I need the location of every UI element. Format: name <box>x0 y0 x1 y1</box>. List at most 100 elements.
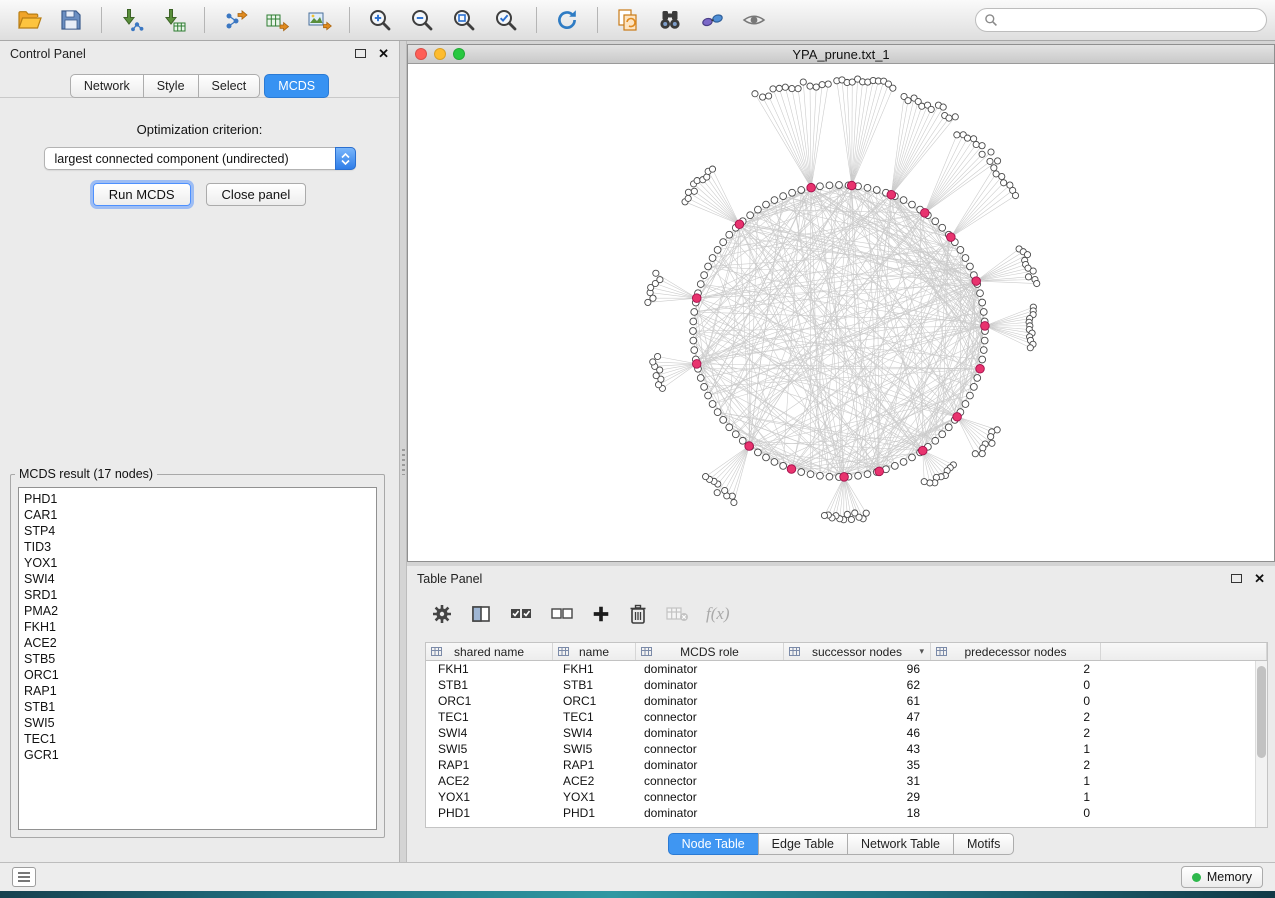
mcds-result-item[interactable]: YOX1 <box>24 555 371 571</box>
table-cell[interactable]: 1 <box>931 774 1101 788</box>
table-cell[interactable]: YOX1 <box>553 790 636 804</box>
create-column-button[interactable] <box>591 604 611 624</box>
table-row[interactable]: SWI5SWI5connector431 <box>426 741 1267 757</box>
search-box[interactable] <box>975 8 1267 32</box>
table-cell[interactable]: dominator <box>636 678 784 692</box>
duplicate-network-button[interactable] <box>607 3 649 37</box>
table-settings-button[interactable] <box>431 603 453 625</box>
table-cell[interactable]: RAP1 <box>553 758 636 772</box>
deselect-all-columns-button[interactable] <box>550 603 574 625</box>
table-cell[interactable]: PHD1 <box>426 806 553 820</box>
mcds-result-item[interactable]: ACE2 <box>24 635 371 651</box>
tab-edge-table[interactable]: Edge Table <box>758 833 848 855</box>
table-cell[interactable]: 29 <box>784 790 931 804</box>
table-cell[interactable]: YOX1 <box>426 790 553 804</box>
table-row[interactable]: ORC1ORC1dominator610 <box>426 693 1267 709</box>
close-panel-button[interactable]: Close panel <box>206 183 307 206</box>
select-all-columns-button[interactable] <box>509 603 533 625</box>
zoom-out-button[interactable] <box>401 3 443 37</box>
table-cell[interactable]: 2 <box>931 710 1101 724</box>
table-cell[interactable]: 47 <box>784 710 931 724</box>
table-cell[interactable]: FKH1 <box>426 662 553 676</box>
table-cell[interactable]: ACE2 <box>426 774 553 788</box>
network-canvas[interactable] <box>408 64 1274 561</box>
table-row[interactable]: RAP1RAP1dominator352 <box>426 757 1267 773</box>
tab-network-table[interactable]: Network Table <box>847 833 954 855</box>
tab-network[interactable]: Network <box>70 74 144 98</box>
network-window-titlebar[interactable]: YPA_prune.txt_1 <box>408 45 1274 64</box>
mcds-result-item[interactable]: PHD1 <box>24 491 371 507</box>
table-cell[interactable]: 2 <box>931 758 1101 772</box>
export-table-button[interactable] <box>256 3 298 37</box>
scrollbar-thumb[interactable] <box>1257 666 1266 758</box>
refresh-view-button[interactable] <box>546 3 588 37</box>
column-header-name[interactable]: name <box>553 643 636 660</box>
mcds-result-item[interactable]: STB5 <box>24 651 371 667</box>
table-scrollbar[interactable] <box>1255 661 1267 827</box>
table-cell[interactable]: dominator <box>636 806 784 820</box>
table-cell[interactable]: 2 <box>931 726 1101 740</box>
show-graphics-details-button[interactable] <box>733 3 775 37</box>
table-cell[interactable]: 0 <box>931 806 1101 820</box>
table-cell[interactable]: 1 <box>931 790 1101 804</box>
table-cell[interactable]: FKH1 <box>553 662 636 676</box>
tab-node-table[interactable]: Node Table <box>668 833 759 855</box>
mcds-result-item[interactable]: GCR1 <box>24 747 371 763</box>
table-cell[interactable]: TEC1 <box>426 710 553 724</box>
table-cell[interactable]: 1 <box>931 742 1101 756</box>
table-cell[interactable]: ORC1 <box>426 694 553 708</box>
zoom-in-button[interactable] <box>359 3 401 37</box>
table-cell[interactable]: 31 <box>784 774 931 788</box>
column-header-successor-nodes[interactable]: successor nodes ▾ <box>784 643 931 660</box>
first-neighbors-button[interactable] <box>649 3 691 37</box>
mcds-result-item[interactable]: ORC1 <box>24 667 371 683</box>
tab-select[interactable]: Select <box>198 74 261 98</box>
table-cell[interactable]: connector <box>636 790 784 804</box>
panel-splitter-vertical[interactable] <box>400 41 407 862</box>
float-panel-icon[interactable] <box>355 49 366 58</box>
table-cell[interactable]: dominator <box>636 694 784 708</box>
table-cell[interactable]: ORC1 <box>553 694 636 708</box>
table-row[interactable]: PHD1PHD1dominator180 <box>426 805 1267 821</box>
mcds-result-item[interactable]: STB1 <box>24 699 371 715</box>
mcds-result-item[interactable]: RAP1 <box>24 683 371 699</box>
save-session-button[interactable] <box>50 3 92 37</box>
mcds-result-list[interactable]: PHD1CAR1STP4TID3YOX1SWI4SRD1PMA2FKH1ACE2… <box>18 487 377 830</box>
table-cell[interactable]: STB1 <box>426 678 553 692</box>
table-cell[interactable]: dominator <box>636 726 784 740</box>
table-cell[interactable]: connector <box>636 710 784 724</box>
open-file-button[interactable] <box>8 3 50 37</box>
table-cell[interactable]: RAP1 <box>426 758 553 772</box>
table-row[interactable]: TEC1TEC1connector472 <box>426 709 1267 725</box>
mcds-result-item[interactable]: TID3 <box>24 539 371 555</box>
column-header-mcds-role[interactable]: MCDS role <box>636 643 784 660</box>
export-image-button[interactable] <box>298 3 340 37</box>
table-cell[interactable]: 43 <box>784 742 931 756</box>
mcds-result-item[interactable]: CAR1 <box>24 507 371 523</box>
table-row[interactable]: SWI4SWI4dominator462 <box>426 725 1267 741</box>
tab-style[interactable]: Style <box>143 74 199 98</box>
table-cell[interactable]: connector <box>636 742 784 756</box>
hide-graphics-details-button[interactable] <box>691 3 733 37</box>
export-network-button[interactable] <box>214 3 256 37</box>
tab-motifs[interactable]: Motifs <box>953 833 1014 855</box>
table-cell[interactable]: SWI5 <box>426 742 553 756</box>
task-history-button[interactable] <box>12 867 36 887</box>
criterion-select[interactable]: largest connected component (undirected) <box>44 147 356 170</box>
column-header-shared-name[interactable]: shared name <box>426 643 553 660</box>
table-row[interactable]: YOX1YOX1connector291 <box>426 789 1267 805</box>
zoom-selected-button[interactable] <box>485 3 527 37</box>
table-cell[interactable]: STB1 <box>553 678 636 692</box>
table-cell[interactable]: 0 <box>931 678 1101 692</box>
table-cell[interactable]: connector <box>636 774 784 788</box>
close-panel-icon[interactable]: ✕ <box>378 47 389 60</box>
mcds-result-item[interactable]: FKH1 <box>24 619 371 635</box>
mcds-result-item[interactable]: STP4 <box>24 523 371 539</box>
table-row[interactable]: FKH1FKH1dominator962 <box>426 661 1267 677</box>
table-cell[interactable]: PHD1 <box>553 806 636 820</box>
sort-dropdown-icon[interactable]: ▾ <box>919 646 924 657</box>
table-cell[interactable]: SWI4 <box>426 726 553 740</box>
mcds-result-item[interactable]: SRD1 <box>24 587 371 603</box>
table-cell[interactable]: 46 <box>784 726 931 740</box>
float-panel-icon[interactable] <box>1231 574 1242 583</box>
